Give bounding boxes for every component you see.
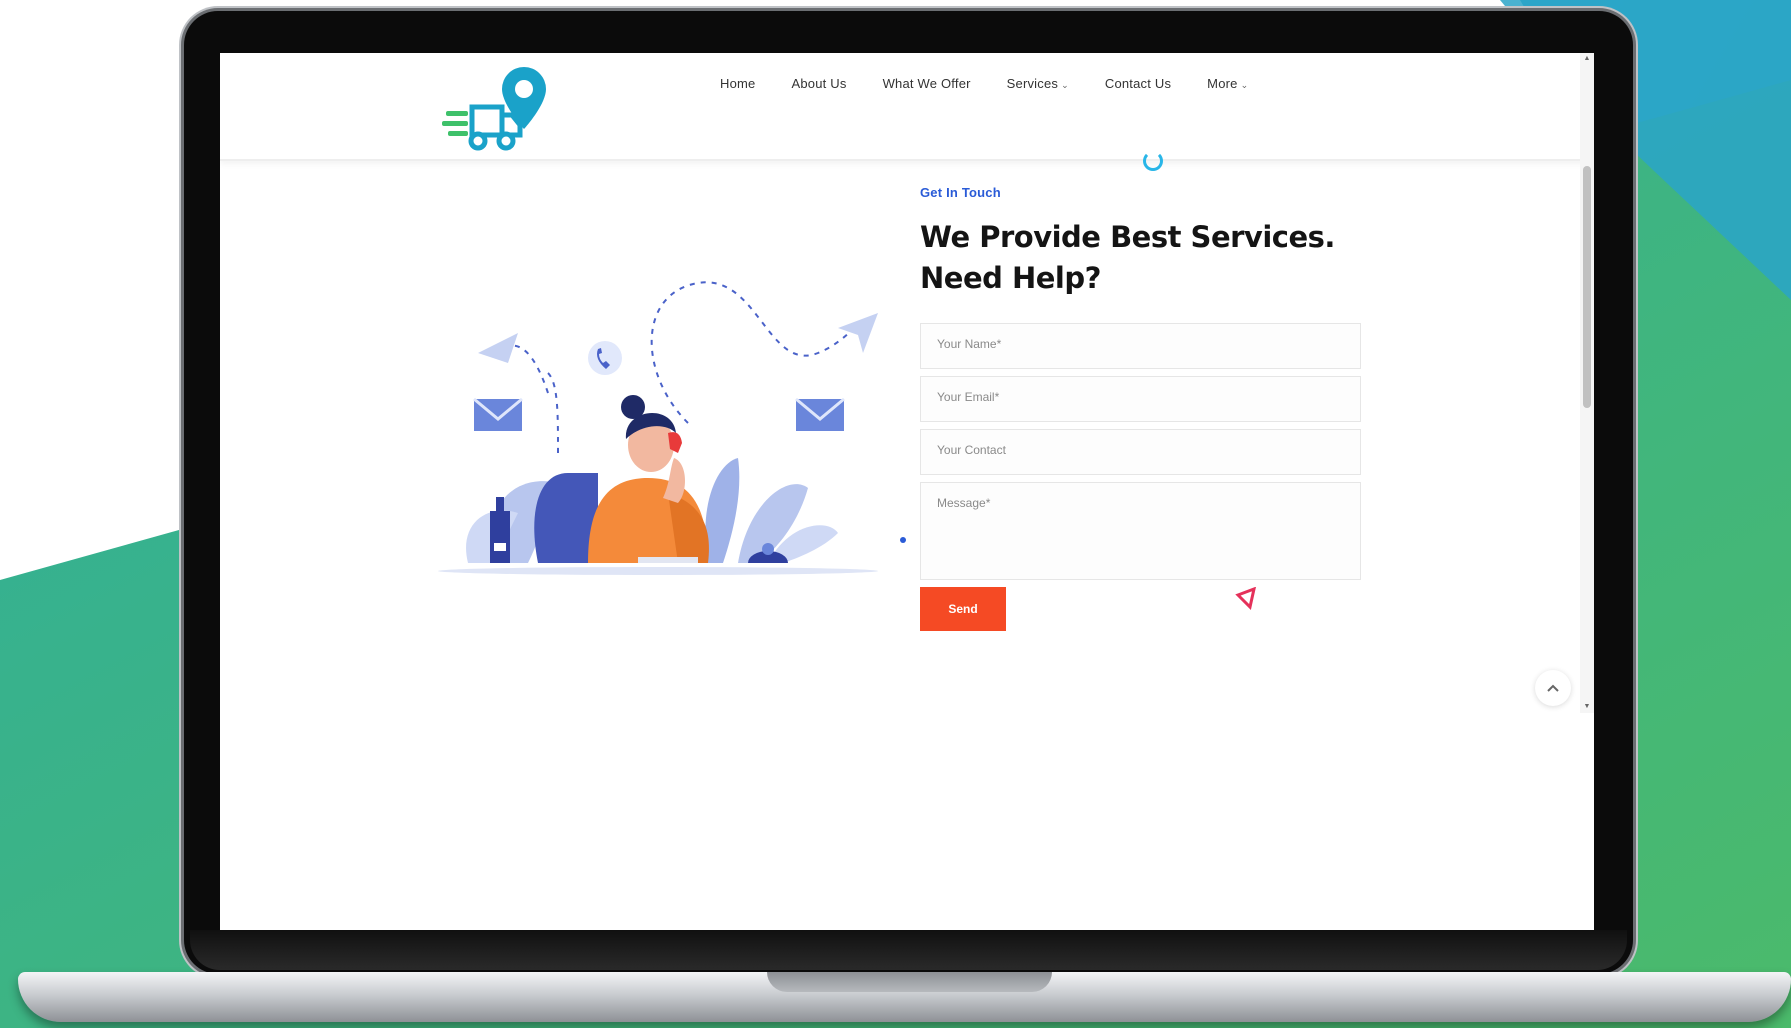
nav-item-more[interactable]: More ⌄ [1207,76,1248,91]
nav-item-what-we-offer[interactable]: What We Offer [883,76,971,91]
delivery-truck-logo-icon[interactable] [442,63,560,159]
loading-ring-icon [1143,151,1163,171]
main-nav: Home About Us What We Offer Services ⌄ Co… [720,76,1284,91]
nav-label: Services [1006,76,1059,91]
browser-screen: Home About Us What We Offer Services ⌄ Co… [220,53,1594,930]
customer-support-illustration [438,273,890,603]
nav-item-home[interactable]: Home [720,76,755,91]
nav-label: More [1207,76,1238,91]
site-header: Home About Us What We Offer Services ⌄ Co… [220,53,1594,161]
nav-item-about-us[interactable]: About Us [791,76,846,91]
decorative-dot [900,537,906,543]
page-scrollbar[interactable]: ▲ ▼ [1580,53,1594,713]
laptop-notch [767,972,1052,992]
scroll-up-arrow-icon[interactable]: ▲ [1583,55,1591,63]
scrollbar-thumb[interactable] [1583,166,1591,408]
email-field[interactable]: Your Email* [920,376,1361,422]
chevron-up-icon [1547,684,1559,692]
back-to-top-button[interactable] [1535,670,1571,706]
scroll-down-arrow-icon[interactable]: ▼ [1583,703,1591,711]
section-eyebrow: Get In Touch [920,185,1001,200]
nav-label: Home [720,76,756,91]
nav-label: Contact Us [1104,76,1172,91]
laptop-bezel [190,930,1627,970]
message-field[interactable]: Message* [920,482,1361,580]
nav-label: About Us [791,76,847,91]
contact-form: Your Name* Your Email* Your Contact Mess… [920,323,1361,631]
nav-label: What We Offer [882,76,971,91]
chevron-down-icon: ⌄ [1240,80,1249,90]
send-button[interactable]: Send [920,587,1006,631]
name-field[interactable]: Your Name* [920,323,1361,369]
section-headline: We Provide Best Services. Need Help? [920,220,1335,295]
decorative-triangle-icon [1235,587,1256,610]
nav-item-services[interactable]: Services ⌄ [1007,76,1069,91]
contact-field[interactable]: Your Contact [920,429,1361,475]
nav-item-contact-us[interactable]: Contact Us [1105,76,1171,91]
chevron-down-icon: ⌄ [1061,80,1069,90]
